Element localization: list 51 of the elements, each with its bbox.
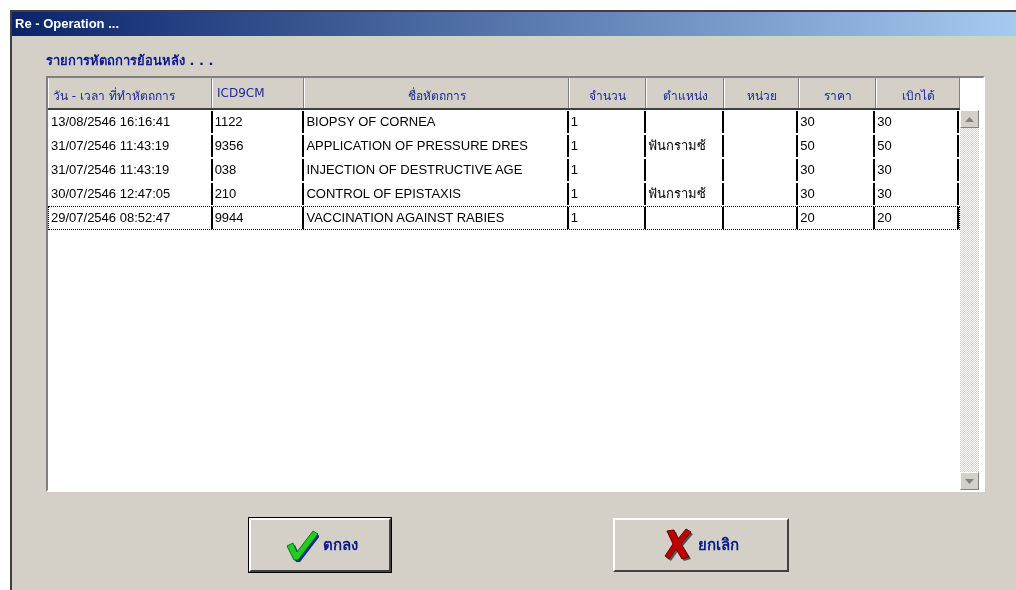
ok-button[interactable]: ตกลง <box>249 518 391 572</box>
selected-row[interactable]: 29/07/2546 08:52:47 9944 VACCINATION AGAINST RABIES 1 20 20 <box>48 206 960 230</box>
table-cell: 30 <box>800 186 815 201</box>
table-cell: ฟันกรามซ้ <box>647 138 706 153</box>
table-cell: 30 <box>877 186 892 201</box>
table-cell: INJECTION OF DESTRUCTIVE AGE <box>306 162 523 177</box>
column-header[interactable]: ราคา <box>799 78 876 108</box>
table-cell: BIOPSY OF CORNEA <box>306 114 436 129</box>
window-title: Re - Operation ... <box>12 12 1016 36</box>
table-cell: 31/07/2546 11:43:19 <box>51 162 170 177</box>
table-cell: CONTROL OF EPISTAXIS <box>306 186 461 201</box>
table-cell: 30 <box>800 114 815 129</box>
section-title: รายการหัตถการย้อนหลัง . . . <box>46 52 215 70</box>
table-cell: 20 <box>877 210 892 225</box>
table-cell: VACCINATION AGAINST RABIES <box>306 210 505 225</box>
table-cell: 31/07/2546 11:43:19 <box>51 138 170 153</box>
table-cell: 1 <box>570 186 579 201</box>
scroll-up-button[interactable] <box>960 110 979 128</box>
column-header[interactable]: จำนวน <box>569 78 646 108</box>
column-header[interactable]: หน่วย <box>724 78 799 108</box>
down-arrow-icon <box>965 478 974 484</box>
cancel-button[interactable]: ยกเลิก <box>613 518 789 572</box>
table-cell: 29/07/2546 08:52:47 <box>51 210 171 225</box>
table-cell: 30/07/2546 12:47:05 <box>51 186 171 201</box>
table-cell: 9944 <box>214 210 244 225</box>
table-cell: 30 <box>877 114 892 129</box>
table-cell: 50 <box>800 138 815 153</box>
table-cell: 30 <box>877 162 892 177</box>
column-header[interactable]: ICD9CM <box>212 78 304 108</box>
column-header[interactable]: ตำแหน่ง <box>646 78 724 108</box>
table-cell: 50 <box>877 138 892 153</box>
table-cell: 1 <box>570 162 579 177</box>
table-cell: 210 <box>214 186 237 201</box>
table-cell: 1 <box>570 114 579 129</box>
scrollbar[interactable] <box>960 110 979 490</box>
table-cell: 30 <box>800 162 815 177</box>
table-cell: APPLICATION OF PRESSURE DRES <box>306 138 528 153</box>
column-header[interactable]: ชื่อหัตถการ <box>304 78 569 108</box>
table-cell: 20 <box>800 210 815 225</box>
table-cell: 13/08/2546 16:16:41 <box>51 114 171 129</box>
up-arrow-icon <box>965 116 974 122</box>
table-cell: 038 <box>214 162 237 177</box>
scroll-down-button[interactable] <box>960 472 979 490</box>
column-header[interactable]: วัน - เวลา ที่ทำหัตถการ <box>48 78 212 108</box>
table-cell: ฟันกรามซ้ <box>647 186 706 201</box>
table-cell: 1122 <box>214 114 243 129</box>
column-header[interactable]: เบิกได้ <box>876 78 960 108</box>
table-cell: 1 <box>570 138 579 153</box>
table-cell: 9356 <box>214 138 244 153</box>
table-cell: 1 <box>570 210 579 225</box>
x-mark-icon <box>663 528 694 562</box>
